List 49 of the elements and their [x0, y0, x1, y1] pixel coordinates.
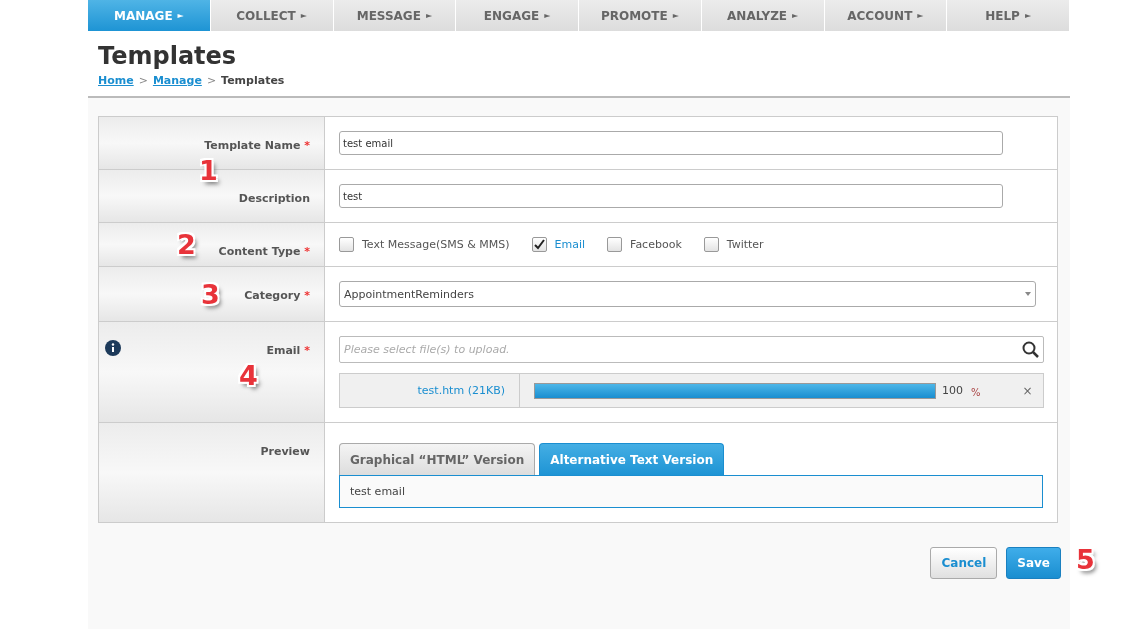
text-input-field[interactable]: test [339, 184, 1003, 208]
caret-icon [1025, 292, 1031, 296]
checkbox-label: Facebook [630, 238, 682, 251]
breadcrumb-link[interactable]: Manage [152, 74, 202, 87]
nav-tab[interactable]: PROMOTE ► [579, 0, 702, 31]
field-label: Description [238, 192, 310, 207]
text-input-field[interactable]: test email [339, 131, 1003, 155]
checkbox[interactable] [703, 237, 719, 252]
breadcrumb-separator: > [138, 74, 148, 87]
step-number: 5 [1076, 546, 1095, 573]
nav-tab[interactable]: ANALYZE ► [701, 0, 825, 31]
cancel-button[interactable]: Cancel [930, 547, 998, 579]
file-upload-field[interactable]: Please select file(s) to upload. [339, 336, 1044, 363]
field-label: Preview [260, 445, 310, 460]
info-icon[interactable] [105, 340, 121, 356]
search-icon[interactable] [1022, 341, 1039, 358]
nav-tab[interactable]: MANAGE ► [88, 0, 211, 31]
percent-unit: % [971, 387, 981, 398]
checkbox-label: Email [554, 238, 586, 251]
nav-tab[interactable]: ENGAGE ► [456, 0, 579, 31]
nav-tab[interactable]: HELP ► [947, 0, 1070, 31]
step-number: 4 [239, 362, 258, 389]
nav-tab[interactable]: ACCOUNT ► [824, 0, 948, 31]
nav-tab[interactable]: COLLECT ► [210, 0, 334, 31]
checkbox-label: Text Message(SMS & MMS) [362, 238, 510, 251]
checkbox-label: Twitter [726, 238, 764, 251]
step-number: 1 [199, 157, 218, 184]
checkbox[interactable] [339, 237, 354, 252]
step-number: 2 [177, 231, 196, 258]
preview-content: test email [339, 475, 1043, 508]
page-title: Templates [98, 41, 238, 71]
breadcrumb-separator: > [206, 74, 217, 87]
step-number: 3 [201, 281, 220, 308]
field-label: Category * [244, 289, 310, 304]
field-label: Email * [266, 344, 310, 359]
preview-tab[interactable]: Alternative Text Version [539, 443, 725, 475]
save-button[interactable]: Save [1006, 547, 1061, 579]
field-label: Template Name * [204, 139, 310, 154]
nav-tab[interactable]: MESSAGE ► [333, 0, 457, 31]
progress-reading: 100 [942, 384, 963, 397]
breadcrumb-current: Templates [221, 74, 285, 87]
breadcrumb-link[interactable]: Home [98, 74, 134, 87]
checkbox[interactable] [607, 237, 623, 252]
category-dropdown[interactable]: AppointmentReminders [339, 281, 1036, 307]
field-label: Content Type * [218, 245, 310, 260]
remove-button[interactable]: × [1022, 383, 1033, 398]
checkbox[interactable] [531, 237, 547, 252]
preview-tab[interactable]: Graphical “HTML” Version [339, 443, 536, 475]
file-link[interactable]: test.htm (21KB) [340, 374, 520, 407]
